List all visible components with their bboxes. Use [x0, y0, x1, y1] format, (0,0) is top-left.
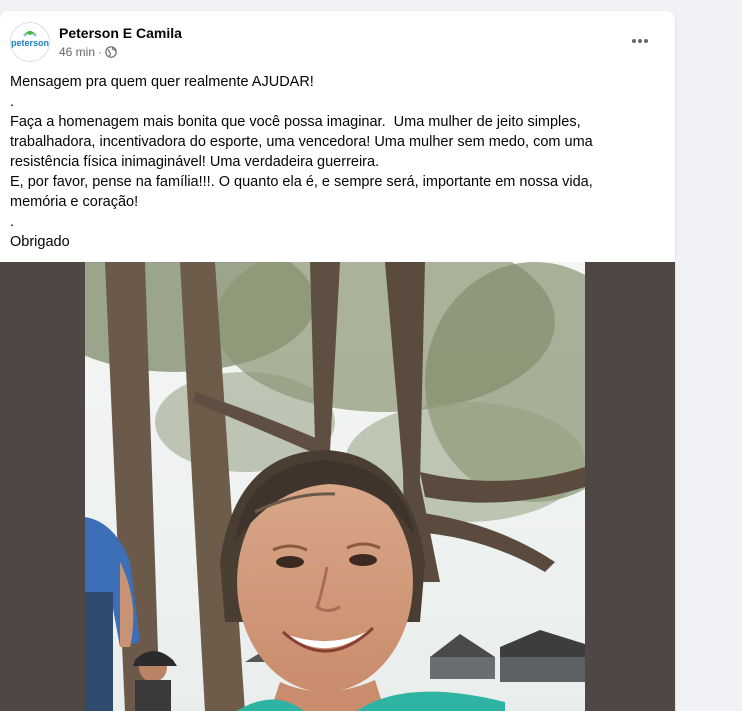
post-line: .	[10, 214, 15, 230]
avatar-logo-text: peterson	[11, 38, 49, 48]
post-line: Obrigado	[10, 234, 70, 250]
post-timestamp[interactable]: 46 min	[59, 44, 95, 60]
avatar[interactable]: peterson	[10, 22, 50, 62]
post-message: Mensagem pra quem quer realmente AJUDAR!…	[10, 72, 640, 252]
post-line: trabalhadora, incentivadora do esporte, …	[10, 134, 593, 150]
post-photo[interactable]	[85, 262, 585, 711]
post-author-name[interactable]: Peterson E Camila	[59, 24, 182, 42]
globe-icon[interactable]	[105, 46, 117, 58]
post-line: E, por favor, pense na família!!!. O qua…	[10, 174, 593, 190]
meta-separator: ·	[98, 45, 103, 59]
post-line: memória e coração!	[10, 194, 139, 210]
post-header: peterson Peterson E Camila 46 min ·	[0, 11, 675, 71]
post-line: Mensagem pra quem quer realmente AJUDAR!	[10, 74, 314, 90]
post-media[interactable]	[0, 262, 675, 711]
more-options-icon	[632, 39, 648, 43]
post-line: .	[10, 94, 15, 110]
post-card: peterson Peterson E Camila 46 min · Mens…	[0, 11, 675, 711]
post-meta: 46 min ·	[59, 44, 117, 60]
peterson-logo-icon: peterson	[11, 23, 49, 61]
post-line: Faça a homenagem mais bonita que você po…	[10, 114, 581, 130]
post-line: resistência física inimaginável! Uma ver…	[10, 154, 380, 170]
more-options-button[interactable]	[622, 29, 658, 53]
